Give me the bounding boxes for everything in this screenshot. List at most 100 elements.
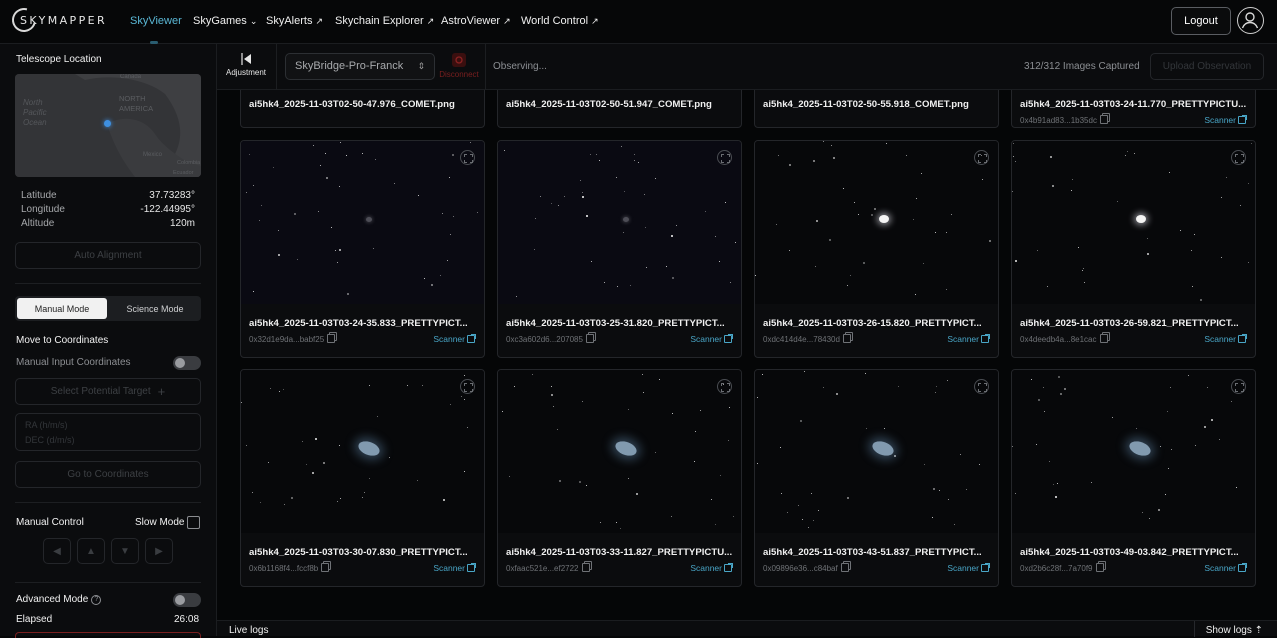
dec-input[interactable]: DEC (d/m/s) bbox=[25, 435, 75, 445]
tx-hash[interactable]: 0xfaac521e...ef2722 bbox=[506, 563, 590, 573]
image-card[interactable]: ai5hk4_2025-11-03T03-25-31.820_PRETTYPIC… bbox=[497, 140, 742, 358]
move-left-button[interactable]: ◀ bbox=[43, 538, 71, 564]
image-card[interactable]: ai5hk4_2025-11-03T02-50-47.976_COMET.png bbox=[240, 90, 485, 128]
tx-hash[interactable]: 0xd2b6c28f...7a70f9 bbox=[1020, 563, 1104, 573]
scanner-link[interactable]: Scanner bbox=[690, 563, 733, 573]
expand-icon[interactable] bbox=[1231, 379, 1246, 394]
logout-button[interactable]: Logout bbox=[1171, 7, 1231, 35]
sky-image[interactable] bbox=[498, 370, 741, 533]
scanner-link[interactable]: Scanner bbox=[433, 563, 476, 573]
expand-icon[interactable] bbox=[717, 150, 732, 165]
manual-mode-tab[interactable]: Manual Mode bbox=[17, 298, 107, 319]
user-icon[interactable] bbox=[1237, 7, 1264, 34]
nav-skyalerts[interactable]: SkyAlerts ↗ bbox=[266, 15, 323, 27]
tx-hash[interactable]: 0xdc414d4e...78430d bbox=[763, 334, 851, 344]
image-card[interactable]: ai5hk4_2025-11-03T03-26-59.821_PRETTYPIC… bbox=[1011, 140, 1256, 358]
copy-icon[interactable] bbox=[1095, 563, 1104, 572]
scanner-link[interactable]: Scanner bbox=[433, 334, 476, 344]
image-card[interactable]: ai5hk4_2025-11-03T03-30-07.830_PRETTYPIC… bbox=[240, 369, 485, 587]
star bbox=[1211, 419, 1213, 421]
star bbox=[1082, 270, 1083, 271]
nav-label: AstroViewer bbox=[441, 15, 501, 27]
expand-icon[interactable] bbox=[1231, 150, 1246, 165]
show-logs-button[interactable]: Show logs ⇡ bbox=[1206, 625, 1263, 636]
auto-alignment-button[interactable]: Auto Alignment bbox=[15, 242, 201, 269]
image-card[interactable]: ai5hk4_2025-11-03T02-50-51.947_COMET.png bbox=[497, 90, 742, 128]
copy-icon[interactable] bbox=[321, 563, 330, 572]
manual-input-toggle[interactable] bbox=[173, 356, 201, 370]
sky-image[interactable] bbox=[755, 141, 998, 304]
tx-hash[interactable]: 0x4deedb4a...8e1cac bbox=[1020, 334, 1108, 344]
tx-hash[interactable]: 0x09896e36...c84baf bbox=[763, 563, 849, 573]
move-down-button[interactable]: ▼ bbox=[111, 538, 139, 564]
star bbox=[1083, 268, 1084, 269]
nav-skychain-explorer[interactable]: Skychain Explorer ↗ bbox=[335, 15, 434, 27]
sky-image[interactable] bbox=[755, 370, 998, 533]
scanner-link[interactable]: Scanner bbox=[690, 334, 733, 344]
copy-icon[interactable] bbox=[581, 563, 590, 572]
expand-icon[interactable] bbox=[460, 150, 475, 165]
disconnect-button[interactable]: Disconnect bbox=[437, 50, 481, 86]
slow-mode-checkbox[interactable] bbox=[187, 516, 200, 529]
image-card[interactable]: ai5hk4_2025-11-03T03-43-51.837_PRETTYPIC… bbox=[754, 369, 999, 587]
sky-image[interactable] bbox=[498, 141, 741, 304]
star bbox=[1013, 143, 1014, 144]
scanner-link[interactable]: Scanner bbox=[1204, 334, 1247, 344]
telescope-location-map[interactable]: North Pacific Ocean NORTH AMERICA Canada… bbox=[15, 74, 201, 177]
copy-icon[interactable] bbox=[1099, 115, 1108, 124]
nav-astroviewer[interactable]: AstroViewer ↗ bbox=[441, 15, 511, 27]
adjustment-button[interactable]: Adjustment bbox=[222, 50, 270, 86]
star bbox=[624, 191, 625, 192]
star bbox=[516, 296, 517, 297]
star bbox=[1044, 411, 1045, 412]
scanner-link[interactable]: Scanner bbox=[1204, 115, 1247, 125]
star bbox=[815, 266, 816, 267]
copy-icon[interactable] bbox=[842, 334, 851, 343]
expand-icon[interactable] bbox=[460, 379, 475, 394]
star bbox=[1015, 260, 1017, 262]
scanner-link[interactable]: Scanner bbox=[947, 563, 990, 573]
scanner-link[interactable]: Scanner bbox=[1204, 563, 1247, 573]
tx-hash[interactable]: 0xc3a602d6...207085 bbox=[506, 334, 594, 344]
star bbox=[1194, 234, 1195, 235]
select-target-button[interactable]: Select Potential Target + bbox=[15, 378, 201, 405]
star bbox=[725, 202, 726, 203]
tx-hash[interactable]: 0x32d1e9da...babf25 bbox=[249, 334, 336, 344]
sky-image[interactable] bbox=[241, 141, 484, 304]
skymapper-logo[interactable]: SKYMAPPER bbox=[7, 3, 105, 37]
upload-observation-button[interactable]: Upload Observation bbox=[1150, 53, 1264, 80]
image-card[interactable]: ai5hk4_2025-11-03T03-24-11.770_PRETTYPIC… bbox=[1011, 90, 1256, 128]
nav-world-control[interactable]: World Control ↗ bbox=[521, 15, 599, 27]
go-to-coordinates-button[interactable]: Go to Coordinates bbox=[15, 461, 201, 488]
tx-hash[interactable]: 0x4b91ad83...1b35dc bbox=[1020, 115, 1108, 125]
copy-icon[interactable] bbox=[840, 563, 849, 572]
sky-image[interactable] bbox=[241, 370, 484, 533]
star bbox=[340, 142, 341, 143]
stop-button-edge[interactable] bbox=[15, 632, 201, 638]
image-card[interactable]: ai5hk4_2025-11-03T02-50-55.918_COMET.png bbox=[754, 90, 999, 128]
image-card[interactable]: ai5hk4_2025-11-03T03-49-03.842_PRETTYPIC… bbox=[1011, 369, 1256, 587]
move-up-button[interactable]: ▲ bbox=[77, 538, 105, 564]
image-filename: ai5hk4_2025-11-03T03-24-35.833_PRETTYPIC… bbox=[249, 318, 468, 329]
move-right-button[interactable]: ▶ bbox=[145, 538, 173, 564]
copy-icon[interactable] bbox=[327, 334, 336, 343]
image-card[interactable]: ai5hk4_2025-11-03T03-33-11.827_PRETTYPIC… bbox=[497, 369, 742, 587]
expand-icon[interactable] bbox=[974, 150, 989, 165]
image-card[interactable]: ai5hk4_2025-11-03T03-26-15.820_PRETTYPIC… bbox=[754, 140, 999, 358]
science-mode-tab[interactable]: Science Mode bbox=[111, 298, 199, 319]
sky-image[interactable] bbox=[1012, 141, 1255, 304]
sky-image[interactable] bbox=[1012, 370, 1255, 533]
copy-icon[interactable] bbox=[585, 334, 594, 343]
nav-skygames[interactable]: SkyGames ⌄ bbox=[193, 15, 257, 27]
help-icon[interactable]: ? bbox=[91, 595, 102, 605]
copy-icon[interactable] bbox=[1099, 334, 1108, 343]
expand-icon[interactable] bbox=[717, 379, 732, 394]
scanner-link[interactable]: Scanner bbox=[947, 334, 990, 344]
nav-skyviewer[interactable]: SkyViewer bbox=[130, 15, 182, 27]
tx-hash[interactable]: 0x6b1168f4...fccf8b bbox=[249, 563, 330, 573]
expand-icon[interactable] bbox=[974, 379, 989, 394]
ra-input[interactable]: RA (h/m/s) bbox=[25, 420, 68, 430]
advanced-mode-toggle[interactable] bbox=[173, 593, 201, 607]
image-card[interactable]: ai5hk4_2025-11-03T03-24-35.833_PRETTYPIC… bbox=[240, 140, 485, 358]
telescope-select[interactable]: SkyBridge-Pro-Franck ⇕ bbox=[285, 53, 435, 80]
